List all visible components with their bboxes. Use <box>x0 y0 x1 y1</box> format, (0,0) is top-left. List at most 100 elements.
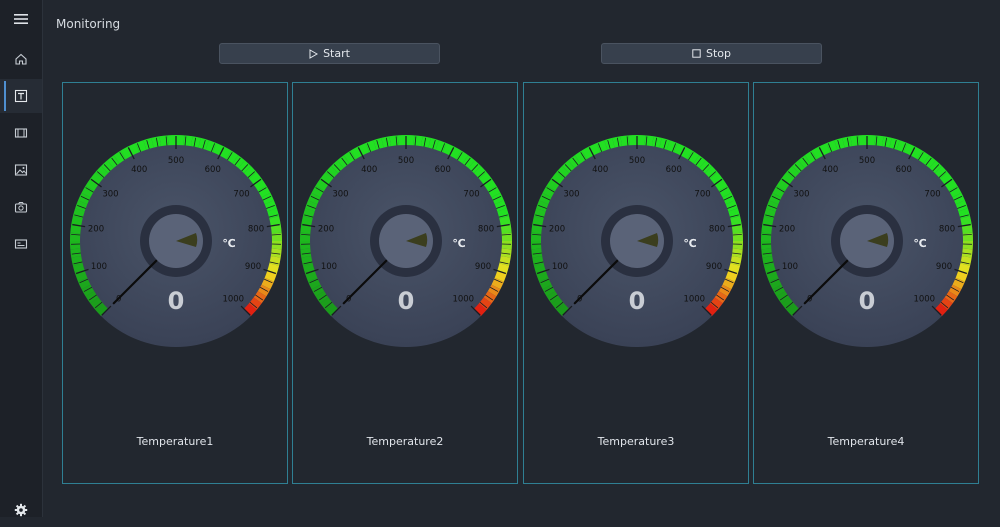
gauge-rim-segment <box>310 202 313 209</box>
gauge-rim-segment <box>80 272 83 279</box>
sidebar-item-id-card[interactable] <box>0 227 42 261</box>
gauge-rim-segment <box>541 202 544 209</box>
gauge-rim-segment <box>499 272 502 279</box>
page-title: Monitoring <box>56 17 120 31</box>
gauge-rim-segment <box>737 249 738 257</box>
stop-button[interactable]: Stop <box>601 43 822 64</box>
gauge-rim-segment <box>584 151 591 155</box>
gauge-rim-segment <box>683 151 690 155</box>
gauge-rim-segment <box>737 225 738 233</box>
gauge-rim-segment <box>949 182 953 189</box>
start-button-label: Start <box>323 47 350 60</box>
gauge-rim-segment <box>192 141 200 143</box>
stop-button-label: Stop <box>706 47 731 60</box>
settings-button[interactable] <box>0 493 42 527</box>
gauge-rim-segment <box>75 249 76 257</box>
gauge-rim-segment <box>483 175 488 181</box>
gauge-rim-segment <box>661 143 669 145</box>
gauge-tick-label: 800 <box>939 224 955 234</box>
gauge-rim-segment <box>76 217 78 225</box>
gauge-unit: ℃ <box>683 237 696 250</box>
gauge-rim-segment <box>733 265 735 273</box>
sidebar-item-image[interactable] <box>0 153 42 187</box>
gauge-rim-segment <box>541 272 544 279</box>
gauge-rim-segment <box>272 265 274 273</box>
gauge-tick <box>272 234 281 235</box>
gauge-rim-segment <box>708 307 713 313</box>
gauge-tick-label: 100 <box>782 262 798 272</box>
sidebar-item-camera[interactable] <box>0 190 42 224</box>
gauge-tick <box>502 234 511 235</box>
gauge-tick <box>301 234 310 235</box>
gear-icon <box>14 503 28 517</box>
gauge-tick-label: 1000 <box>222 294 244 304</box>
gauge-rim-segment <box>769 265 771 273</box>
gauge-rim-segment <box>933 164 939 169</box>
start-button[interactable]: Start <box>219 43 440 64</box>
gauge-tick-label: 500 <box>859 156 875 166</box>
gauge-rim-segment <box>843 141 851 143</box>
gauge-rim-segment <box>506 249 507 257</box>
gauge-rim-segment <box>536 249 537 257</box>
gauge-tick <box>762 234 771 235</box>
gauge-tick-label: 100 <box>552 262 568 272</box>
gauge-rim-segment <box>488 182 492 189</box>
gauge-unit: ℃ <box>222 237 235 250</box>
menu-icon <box>13 12 29 26</box>
gauge-rim-segment <box>222 151 229 155</box>
gauge-rim-segment <box>821 148 828 151</box>
gauge-rim-segment <box>200 143 208 145</box>
gauge-rim-segment <box>963 265 965 273</box>
gauge-rim-segment <box>965 217 967 225</box>
film-icon <box>14 126 28 140</box>
gauge-rim-segment <box>938 307 943 313</box>
gauge-tick <box>71 234 80 235</box>
sidebar <box>0 0 43 517</box>
gauge-tick-label: 400 <box>361 165 377 175</box>
gauge-tick-label: 300 <box>332 189 348 199</box>
gauge-tick-label: 900 <box>936 262 952 272</box>
gauge-tick-label: 100 <box>321 262 337 272</box>
gauge-tick <box>733 234 742 235</box>
gauge-tick-label: 400 <box>131 165 147 175</box>
gauge-tick-label: 1000 <box>913 294 935 304</box>
gauge-rim-segment <box>253 175 258 181</box>
gauge-rim-segment <box>967 249 968 257</box>
gauge-rim-segment <box>123 151 130 155</box>
gauge-tick-label: 400 <box>592 165 608 175</box>
gauge-rim-segment <box>305 225 306 233</box>
gauge-rim-segment <box>767 217 769 225</box>
gauge-tick-label: 900 <box>475 262 491 272</box>
gauge-rim-segment <box>944 175 949 181</box>
gauge-label: Temperature2 <box>293 435 517 448</box>
gauge-rim-segment <box>105 164 111 169</box>
home-icon <box>14 52 28 66</box>
gauge-rim-segment <box>445 148 452 151</box>
menu-button[interactable] <box>0 2 42 36</box>
gauge-tick-label: 700 <box>233 189 249 199</box>
gauge-rim-segment <box>781 182 785 189</box>
sidebar-item-film[interactable] <box>0 116 42 150</box>
gauge-tick-label: 200 <box>779 224 795 234</box>
gauge-rim-segment <box>499 202 502 209</box>
temperature-gauge: 01002003004005006007008009001000℃0 <box>524 133 750 353</box>
gauge-tick-label: 700 <box>694 189 710 199</box>
gauge-value: 0 <box>629 287 646 315</box>
gauge-rim-segment <box>883 141 891 143</box>
gauge-rim-segment <box>320 182 324 189</box>
gauge-tick-label: 300 <box>793 189 809 199</box>
temperature-gauge: 01002003004005006007008009001000℃0 <box>293 133 519 353</box>
gauge-value: 0 <box>168 287 185 315</box>
gauge-rim-segment <box>606 143 614 145</box>
sidebar-item-text[interactable] <box>0 79 42 113</box>
sidebar-item-home[interactable] <box>0 42 42 76</box>
gauge-rim-segment <box>130 148 137 151</box>
gauge-rim-segment <box>276 225 277 233</box>
gauge-tick-label: 900 <box>245 262 261 272</box>
gauge-rim-segment <box>766 225 767 233</box>
gauge-rim-segment <box>913 151 920 155</box>
play-icon <box>309 49 318 59</box>
gauge-tick-label: 500 <box>629 156 645 166</box>
gauge-rim-segment <box>242 164 248 169</box>
gauge-rim-segment <box>730 272 733 279</box>
